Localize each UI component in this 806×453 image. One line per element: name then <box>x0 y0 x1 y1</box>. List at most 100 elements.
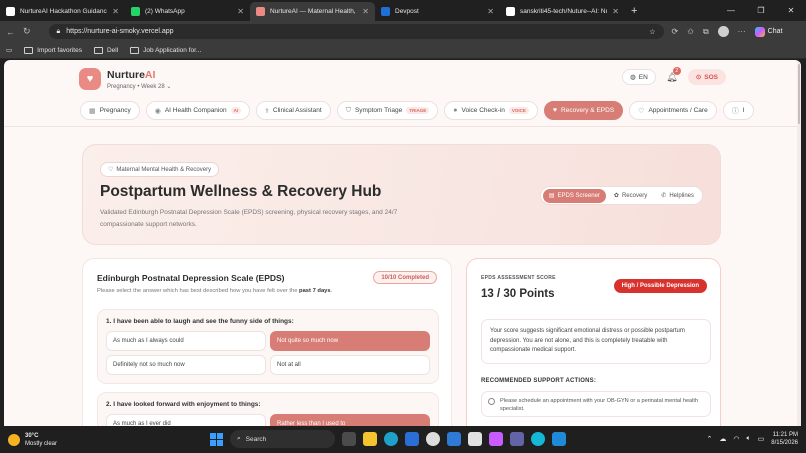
search-icon: ⌕ <box>237 435 241 442</box>
weather-widget[interactable]: 30°C Mostly clear <box>8 432 57 448</box>
tab-close-icon[interactable]: ✕ <box>237 7 244 16</box>
nav-tab[interactable]: ⚕ Clinical Assistant <box>256 101 331 120</box>
main-nav-tabs: ▦ Pregnancy ◉ AI Health Companion AI ⚕ Clinica… <box>80 101 801 121</box>
teams-icon[interactable] <box>510 432 524 446</box>
answer-label: Not quite so much now <box>277 338 339 344</box>
nav-tab-label: Voice Check-in <box>461 107 505 114</box>
info-icon: ⓘ <box>731 107 739 115</box>
nav-tab[interactable]: ▦ Pregnancy <box>80 101 140 120</box>
segment-button[interactable]: ✆ Helplines <box>655 189 700 203</box>
vscode-icon[interactable] <box>552 432 566 446</box>
url-field[interactable]: 🔒︎ https://nurture-ai-smoky.vercel.app ☆ <box>48 24 664 39</box>
tab-close-icon[interactable]: ✕ <box>362 7 369 16</box>
segment-label: Recovery <box>621 192 648 199</box>
mail-icon[interactable] <box>405 432 419 446</box>
favorite-import[interactable]: Import favorites <box>24 46 82 54</box>
scrollbar-thumb[interactable] <box>798 64 800 124</box>
nav-tab[interactable]: ⓘ I <box>722 101 754 120</box>
browser-tab[interactable]: (2) WhatsApp ✕ <box>125 2 250 21</box>
pregnancy-week-label: Pregnancy • Week 28 <box>107 83 165 90</box>
task-view-icon[interactable] <box>342 432 356 446</box>
windows-start-icon[interactable] <box>210 432 223 446</box>
page-scrollbar[interactable] <box>797 60 801 426</box>
nav-tab[interactable]: ♡ Appointments / Care <box>629 101 717 120</box>
epds-score-card: EPDS ASSESSMENT SCORE 13 / 30 Points Hig… <box>466 258 721 426</box>
answer-option[interactable]: Definitely not so much now <box>106 355 266 375</box>
edge-icon[interactable] <box>384 432 398 446</box>
maximize-icon[interactable]: ❐ <box>746 0 776 21</box>
tab-actions-icon[interactable]: ▭ <box>6 46 12 54</box>
recommendation-item[interactable]: Please schedule an appointment with your… <box>481 391 711 417</box>
favorites-icon[interactable]: ✩ <box>687 27 694 36</box>
reload-icon[interactable]: ↻ <box>23 26 31 37</box>
temperature: 30°C <box>25 433 39 439</box>
notifications-button[interactable]: 🔔︎ 2 <box>664 67 681 85</box>
chat-label: Chat <box>767 28 783 35</box>
nav-tab-tag: AI <box>230 107 242 114</box>
favorite-label: Job Application for... <box>143 46 202 54</box>
photos-icon[interactable] <box>468 432 482 446</box>
copilot-taskbar-icon[interactable] <box>489 432 503 446</box>
answer-option[interactable]: As much as I ever did <box>106 414 266 426</box>
heart-hand-icon: ♡ <box>638 107 645 115</box>
refresh-sync-icon[interactable]: ⟳ <box>672 27 679 36</box>
heart-logo-icon[interactable]: ♥ <box>79 68 101 90</box>
cloud-icon[interactable]: ☁ <box>719 435 726 443</box>
sos-label: SOS <box>704 73 718 81</box>
nav-tab[interactable]: ♥ Recovery & EPDS <box>543 101 624 120</box>
wifi-icon[interactable]: ◠ <box>733 435 739 443</box>
brand: NurtureAI Pregnancy • Week 28 ⌄ <box>107 69 171 90</box>
language-button[interactable]: ◍ EN <box>622 69 656 85</box>
nav-tab[interactable]: ◉ AI Health Companion AI <box>145 101 251 120</box>
answer-option[interactable]: Rather less than I used to <box>270 414 430 426</box>
collections-icon[interactable]: ⧉ <box>703 27 709 37</box>
hero-segment-switch: ▤ EPDS Screener ✿ Recovery ✆ Helplines <box>539 186 703 205</box>
dell-icon[interactable] <box>426 432 440 446</box>
nav-tab[interactable]: ● Voice Check-in VOICE <box>444 101 538 120</box>
tab-close-icon[interactable]: ✕ <box>612 7 619 16</box>
epds-questionnaire-card: Edinburgh Postnatal Depression Scale (EP… <box>82 258 452 426</box>
tab-close-icon[interactable]: ✕ <box>487 7 494 16</box>
check-circle-icon <box>488 398 495 405</box>
tab-close-icon[interactable]: ✕ <box>112 7 119 16</box>
back-icon[interactable]: ← <box>6 27 15 37</box>
copilot-chat-button[interactable]: Chat <box>754 26 783 37</box>
more-icon[interactable]: ··· <box>738 27 746 36</box>
browser-tab[interactable]: sanskriti45-tech/Nuture--AI: Nurtu ✕ <box>500 2 625 21</box>
taskbar-search[interactable]: ⌕ Search <box>230 430 335 448</box>
favorite-dell[interactable]: Dell <box>93 46 118 54</box>
url-text: https://nurture-ai-smoky.vercel.app <box>66 28 174 35</box>
browser-tab[interactable]: Devpost ✕ <box>375 2 500 21</box>
profile-avatar[interactable] <box>717 26 729 37</box>
minimize-icon[interactable]: — <box>716 0 746 21</box>
nav-tab-label: Pregnancy <box>99 107 131 114</box>
file-explorer-icon[interactable] <box>363 432 377 446</box>
store-icon[interactable] <box>447 432 461 446</box>
answer-option[interactable]: As much as I always could <box>106 331 266 351</box>
weather-condition: Mostly clear <box>25 441 58 447</box>
answer-option[interactable]: Not at all <box>270 355 430 375</box>
sos-button[interactable]: ⊙ SOS <box>687 69 726 85</box>
star-icon[interactable]: ☆ <box>649 28 655 36</box>
browser-tab[interactable]: NurtureAI Hackathon Guidance ✕ <box>0 2 125 21</box>
favorite-job-application[interactable]: Job Application for... <box>130 46 202 54</box>
clock[interactable]: 11:21 PM 8/15/2026 <box>771 431 798 447</box>
segment-button[interactable]: ✿ Recovery <box>608 189 653 203</box>
epds-question: 2. I have looked forward with enjoyment … <box>97 392 439 426</box>
cortana-icon[interactable] <box>531 432 545 446</box>
new-tab-button[interactable]: + <box>631 5 637 17</box>
battery-icon[interactable]: ▭ <box>758 435 765 443</box>
tab-favicon <box>381 7 390 16</box>
recommendations-title: RECOMMENDED SUPPORT ACTIONS: <box>481 378 597 384</box>
volume-icon[interactable]: 🔈︎ <box>746 435 750 443</box>
segment-button[interactable]: ▤ EPDS Screener <box>542 188 606 203</box>
hero-banner: ♡ Maternal Mental Health & Recovery Post… <box>82 144 721 245</box>
chevron-up-icon[interactable]: ⌃ <box>706 435 712 443</box>
browser-tab[interactable]: NurtureAI — Maternal Health, Fet ✕ <box>250 2 375 21</box>
close-window-icon[interactable]: ✕ <box>776 0 806 21</box>
answer-option[interactable]: Not quite so much now <box>270 331 430 351</box>
nav-tab[interactable]: ⛉ Symptom Triage TRIAGE <box>336 101 439 120</box>
answer-label: As much as I always could <box>113 338 184 344</box>
page-icon <box>130 46 140 54</box>
pregnancy-week-selector[interactable]: Pregnancy • Week 28 ⌄ <box>107 83 171 90</box>
